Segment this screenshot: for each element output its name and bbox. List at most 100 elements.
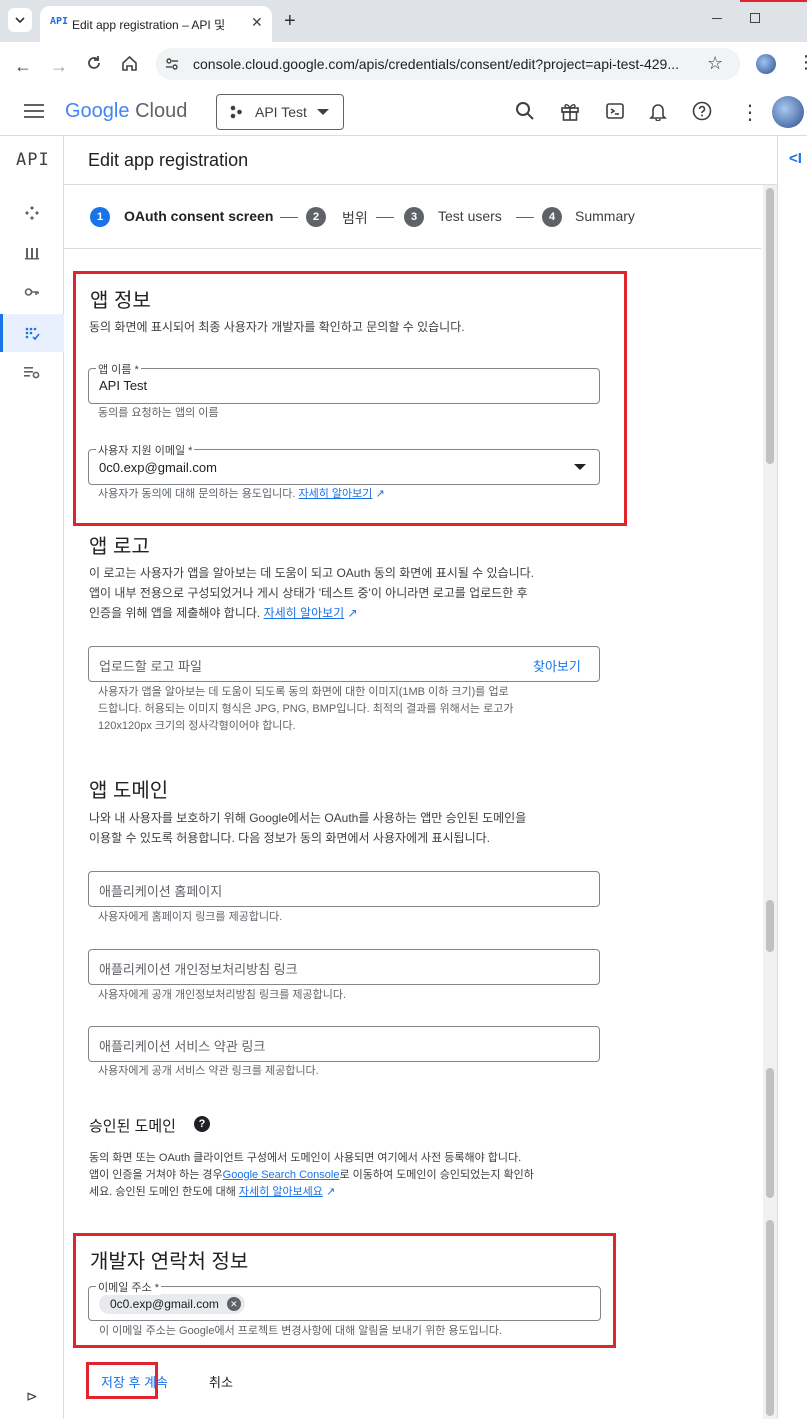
- logo-upload-placeholder: 업로드할 로고 파일: [99, 659, 202, 674]
- browser-tab-active[interactable]: API Edit app registration – API 및 ✕: [40, 6, 272, 42]
- app-logo-desc-line: 이 로고는 사용자가 앱을 알아보는 데 도움이 되고 OAuth 동의 화면에…: [89, 566, 535, 580]
- new-tab-icon[interactable]: +: [284, 10, 296, 33]
- back-icon[interactable]: ←: [14, 56, 32, 77]
- app-logo-description: 이 로고는 사용자가 앱을 알아보는 데 도움이 되고 OAuth 동의 화면에…: [89, 563, 534, 623]
- gift-icon[interactable]: [560, 101, 580, 121]
- help-icon[interactable]: ?: [194, 1116, 210, 1132]
- nav-library-icon[interactable]: [22, 243, 42, 263]
- dropdown-arrow-icon: [574, 464, 586, 470]
- site-info-icon[interactable]: [165, 57, 179, 71]
- right-side-panel: <I: [777, 136, 807, 1419]
- save-and-continue-button[interactable]: 저장 후 계속: [101, 1372, 168, 1391]
- logo-hint-line: 120x120px 크기의 정사각형이어야 합니다.: [98, 720, 296, 732]
- logo-cloud-text: Cloud: [135, 100, 188, 122]
- cancel-button[interactable]: 취소: [209, 1372, 233, 1391]
- google-cloud-logo[interactable]: Google Cloud: [65, 100, 187, 123]
- maximize-icon[interactable]: [750, 13, 760, 23]
- step-connector: [376, 217, 394, 218]
- step-3-label[interactable]: Test users: [438, 208, 502, 224]
- support-email-label: 사용자 지원 이메일 *: [96, 442, 195, 458]
- browse-button[interactable]: 찾아보기: [533, 656, 581, 675]
- authorized-domains-desc-line: 로 이동하여 도메인이 승인되었는지 확인하: [339, 1169, 534, 1181]
- terms-of-service-input[interactable]: 애플리케이션 서비스 약관 링크: [88, 1026, 600, 1062]
- forward-icon[interactable]: →: [50, 56, 68, 77]
- logo-hint-line: 드합니다. 허용되는 이미지 형식은 JPG, PNG, BMP입니다. 최적의…: [98, 703, 514, 715]
- left-nav-rail: API ⊳: [0, 136, 64, 1419]
- scrollbar-thumb[interactable]: [766, 188, 774, 464]
- cloud-shell-icon[interactable]: [605, 101, 625, 121]
- homepage-input[interactable]: 애플리케이션 홈페이지: [88, 871, 600, 907]
- profile-avatar[interactable]: [756, 54, 776, 74]
- step-1-number: 1: [90, 207, 110, 227]
- app-domain-desc-line: 나와 내 사용자를 보호하기 위해 Google에서는 OAuth를 사용하는 …: [89, 811, 527, 825]
- nav-page-usage-settings-icon[interactable]: [22, 362, 42, 382]
- external-link-icon: ↗: [375, 488, 385, 500]
- app-name-value[interactable]: API Test: [99, 378, 147, 393]
- external-link-icon: ↗: [347, 606, 358, 620]
- api-product-icon[interactable]: API: [16, 150, 50, 170]
- logo-upload-hint: 사용자가 앱을 알아보는 데 도움이 되도록 동의 화면에 대한 이미지(1MB…: [98, 684, 513, 735]
- terms-of-service-placeholder: 애플리케이션 서비스 약관 링크: [99, 1039, 266, 1054]
- support-email-value: 0c0.exp@gmail.com: [99, 460, 217, 475]
- app-domain-heading: 앱 도메인: [89, 780, 169, 802]
- url-text[interactable]: console.cloud.google.com/apis/credential…: [193, 56, 679, 72]
- step-4-label[interactable]: Summary: [575, 208, 635, 224]
- learn-more-link[interactable]: 자세히 알아보세요: [239, 1186, 323, 1198]
- more-options-icon[interactable]: ⋮: [740, 100, 760, 125]
- search-console-link[interactable]: Google Search Console: [223, 1169, 340, 1181]
- terms-of-service-hint: 사용자에게 공개 서비스 약관 링크를 제공합니다.: [98, 1065, 319, 1077]
- nav-enabled-apis-icon[interactable]: [22, 203, 42, 223]
- reload-icon[interactable]: [86, 55, 102, 71]
- minimize-icon[interactable]: [712, 18, 722, 19]
- privacy-policy-input[interactable]: 애플리케이션 개인정보처리방침 링크: [88, 949, 600, 985]
- app-name-label: 앱 이름 *: [96, 361, 141, 377]
- learn-more-link[interactable]: 자세히 알아보기: [264, 606, 345, 620]
- consent-screen-icon: [25, 327, 40, 341]
- tab-title: Edit app registration – API 및: [72, 18, 226, 32]
- help-icon[interactable]: [692, 101, 712, 121]
- homepage-placeholder: 애플리케이션 홈페이지: [99, 884, 223, 899]
- logo-upload-field[interactable]: 업로드할 로고 파일 찾아보기: [88, 646, 600, 682]
- step-3-number: 3: [404, 207, 424, 227]
- hamburger-menu-icon[interactable]: [24, 104, 44, 118]
- home-icon[interactable]: [121, 55, 138, 71]
- chevron-down-icon: [15, 17, 25, 23]
- app-logo-desc-line: 인증을 위해 앱을 제출해야 합니다.: [89, 606, 261, 620]
- nav-credentials-key-icon[interactable]: [22, 282, 42, 302]
- app-name-hint: 동의를 요청하는 앱의 이름: [98, 407, 219, 419]
- app-name-field[interactable]: API Test: [88, 368, 600, 404]
- authorized-domains-desc-line: 앱이 인증을 거쳐야 하는 경우: [89, 1169, 223, 1181]
- expand-rail-icon[interactable]: ⊳: [26, 1388, 38, 1405]
- notifications-bell-icon[interactable]: [648, 101, 668, 121]
- developer-email-field[interactable]: 0c0.exp@gmail.com ✕: [88, 1286, 601, 1321]
- scrollbar-thumb-segment: [766, 900, 774, 952]
- bookmark-star-icon[interactable]: ☆: [707, 53, 723, 74]
- learn-more-link[interactable]: 자세히 알아보기: [299, 488, 373, 500]
- logo-google-text: Google: [65, 100, 130, 122]
- step-1-label[interactable]: OAuth consent screen: [124, 208, 273, 224]
- step-2-label[interactable]: 범위: [342, 208, 368, 228]
- close-tab-icon[interactable]: ✕: [251, 14, 263, 31]
- tab-search-button[interactable]: [8, 8, 32, 32]
- step-connector: [516, 217, 534, 218]
- expand-panel-icon[interactable]: <I: [789, 150, 802, 167]
- scrollbar-thumb-segment: [766, 1068, 774, 1198]
- nav-oauth-consent-active[interactable]: [0, 314, 64, 352]
- external-link-icon: ↗: [325, 1186, 336, 1198]
- app-logo-desc-line: 앱이 내부 전용으로 구성되었거나 게시 상태가 '테스트 중'이 아니라면 로…: [89, 586, 528, 600]
- browser-menu-icon[interactable]: ⋮: [797, 52, 807, 73]
- project-picker[interactable]: API Test: [216, 94, 344, 130]
- authorized-domains-heading: 승인된 도메인: [89, 1118, 176, 1135]
- project-icon: [230, 105, 242, 119]
- stepper: 1 OAuth consent screen 2 범위 3 Test users…: [64, 186, 761, 249]
- account-avatar[interactable]: [772, 96, 804, 128]
- email-chip[interactable]: 0c0.exp@gmail.com ✕: [99, 1294, 245, 1314]
- developer-contact-heading: 개발자 연락처 정보: [90, 1251, 249, 1273]
- app-logo-heading: 앱 로고: [89, 536, 150, 558]
- search-icon[interactable]: [515, 101, 535, 121]
- remove-chip-icon[interactable]: ✕: [226, 1297, 241, 1311]
- privacy-policy-hint: 사용자에게 공개 개인정보처리방침 링크를 제공합니다.: [98, 989, 347, 1001]
- privacy-policy-placeholder: 애플리케이션 개인정보처리방침 링크: [99, 962, 298, 977]
- authorized-domains-desc-line: 세요. 승인된 도메인 한도에 대해: [89, 1186, 236, 1198]
- logo-hint-line: 사용자가 앱을 알아보는 데 도움이 되도록 동의 화면에 대한 이미지(1MB…: [98, 686, 509, 698]
